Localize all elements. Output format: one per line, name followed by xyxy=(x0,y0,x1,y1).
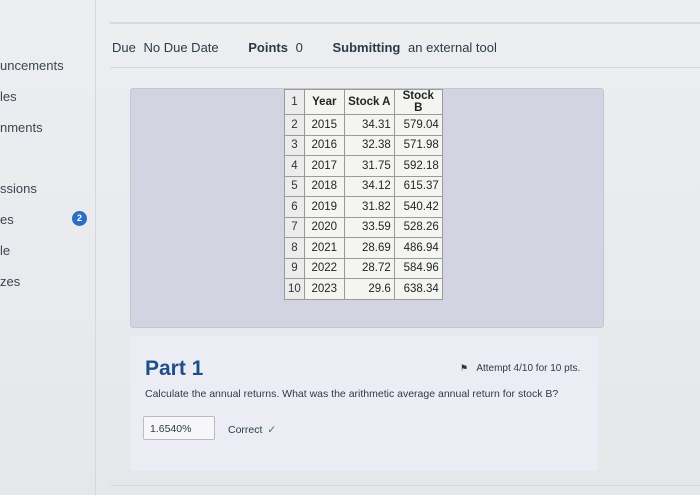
sidebar-divider xyxy=(95,0,96,495)
row-number: 1 xyxy=(284,89,305,115)
table-row: 8 2021 28.69 486.94 xyxy=(284,237,443,259)
answer-status-text: Correct xyxy=(228,424,263,436)
year-cell: 2017 xyxy=(303,155,345,177)
row-number: 5 xyxy=(284,175,305,197)
top-divider xyxy=(110,22,700,24)
stock-a-cell: 34.31 xyxy=(343,114,395,136)
bottom-divider xyxy=(110,485,700,486)
table-header-row: 1 Year Stock A Stock B xyxy=(284,89,443,115)
stock-a-cell: 34.12 xyxy=(343,175,395,197)
stock-b-cell: 579.04 xyxy=(393,114,443,136)
table-row: 3 2016 32.38 571.98 xyxy=(284,134,443,156)
flag-icon: ⚑ xyxy=(460,363,469,373)
row-number: 2 xyxy=(284,114,305,136)
table-row: 9 2022 28.72 584.96 xyxy=(284,257,443,279)
answer-field[interactable]: 1.6540% xyxy=(143,416,215,440)
stock-a-cell: 28.72 xyxy=(343,257,395,279)
submitting-value: an external tool xyxy=(408,40,497,55)
course-nav-announcements[interactable]: uncements xyxy=(0,58,64,73)
stock-a-cell: 33.59 xyxy=(343,216,395,238)
table-row: 2 2015 34.31 579.04 xyxy=(284,114,443,136)
table-row: 7 2020 33.59 528.26 xyxy=(284,216,443,238)
points-value: 0 xyxy=(295,40,303,55)
stock-a-cell: 29.6 xyxy=(343,278,395,300)
year-cell: 2021 xyxy=(303,237,345,259)
meta-divider xyxy=(110,67,700,68)
table-row: 4 2017 31.75 592.18 xyxy=(284,155,443,177)
stock-a-cell: 32.38 xyxy=(343,134,395,156)
stock-b-cell: Stock B xyxy=(393,89,443,115)
stock-a-cell: 31.75 xyxy=(343,155,395,177)
course-nav-assignments[interactable]: nments xyxy=(0,120,43,135)
part-title: Part 1 xyxy=(145,357,204,380)
assignment-page: uncements les nments ssions es le zes 2 … xyxy=(0,0,700,495)
stock-b-cell: 638.34 xyxy=(393,278,443,300)
stock-b-cell: 592.18 xyxy=(393,155,443,177)
year-cell: 2019 xyxy=(303,196,345,218)
row-number: 6 xyxy=(284,196,305,218)
year-cell: Year xyxy=(303,89,345,115)
year-cell: 2022 xyxy=(303,257,345,279)
row-number: 4 xyxy=(284,155,305,177)
stock-a-cell: 31.82 xyxy=(343,196,395,218)
unread-count-badge: 2 xyxy=(72,211,87,226)
row-number: 3 xyxy=(284,134,305,156)
row-number: 10 xyxy=(284,278,305,300)
course-nav-quizzes[interactable]: zes xyxy=(0,274,20,289)
year-cell: 2023 xyxy=(303,278,345,300)
stock-b-cell: 615.37 xyxy=(393,175,443,197)
answer-status: Correct ✓ xyxy=(228,424,276,436)
stock-b-cell: 528.26 xyxy=(393,216,443,238)
year-cell: 2018 xyxy=(303,175,345,197)
stock-a-cell: 28.69 xyxy=(343,237,395,259)
table-row: 6 2019 31.82 540.42 xyxy=(284,196,443,218)
course-nav-people[interactable]: le xyxy=(0,243,10,258)
stock-b-cell: 571.98 xyxy=(393,134,443,156)
year-cell: 2016 xyxy=(303,134,345,156)
course-nav-modules[interactable]: les xyxy=(0,89,17,104)
attempt-info: ⚑ Attempt 4/10 for 10 pts. xyxy=(460,363,580,374)
row-number: 7 xyxy=(284,216,305,238)
points-label: Points xyxy=(248,40,288,55)
year-cell: 2015 xyxy=(303,114,345,136)
course-nav-discussions[interactable]: ssions xyxy=(0,181,37,196)
stock-price-table: 1 Year Stock A Stock B 2 2015 34.31 579.04 3 2016… xyxy=(284,89,443,300)
stock-b-cell: 584.96 xyxy=(393,257,443,279)
stock-b-cell: 486.94 xyxy=(393,237,443,259)
assignment-meta: Due No Due Date Points 0 Submitting an e… xyxy=(112,40,523,55)
due-value: No Due Date xyxy=(143,40,219,55)
row-number: 9 xyxy=(284,257,305,279)
question-text: Calculate the annual returns. What was t… xyxy=(145,388,559,400)
table-row: 10 2023 29.6 638.34 xyxy=(284,278,443,300)
submitting-label: Submitting xyxy=(332,40,401,55)
row-number: 8 xyxy=(284,237,305,259)
check-icon: ✓ xyxy=(267,424,277,436)
year-cell: 2020 xyxy=(303,216,345,238)
due-label: Due xyxy=(112,40,136,55)
stock-a-cell: Stock A xyxy=(343,89,395,115)
attempt-text: Attempt 4/10 for 10 pts. xyxy=(476,363,581,374)
course-nav-grades[interactable]: es xyxy=(0,212,14,227)
stock-b-cell: 540.42 xyxy=(393,196,443,218)
table-row: 5 2018 34.12 615.37 xyxy=(284,175,443,197)
